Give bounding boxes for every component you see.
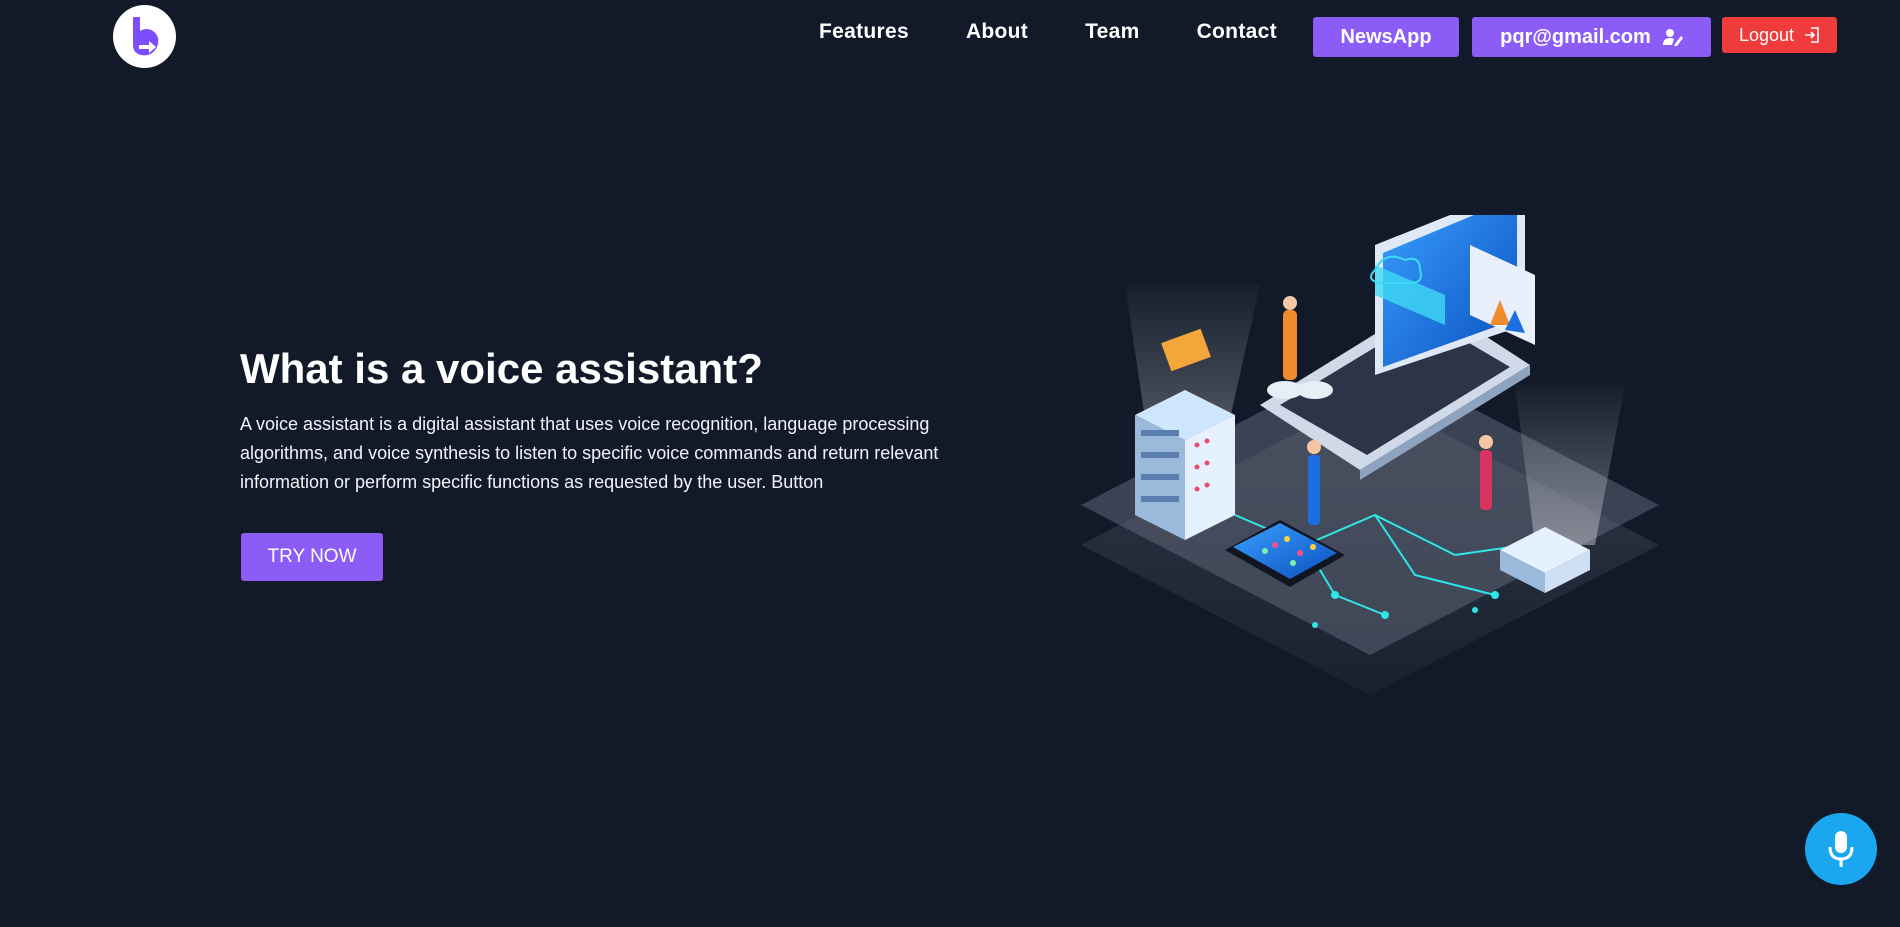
nav-contact[interactable]: Contact	[1197, 20, 1277, 44]
logout-button[interactable]: Logout	[1722, 17, 1837, 53]
microphone-icon	[1828, 831, 1854, 867]
main-nav: Features About Team Contact	[819, 20, 1334, 44]
user-email: pqr@gmail.com	[1500, 25, 1651, 48]
user-account-button[interactable]: pqr@gmail.com	[1472, 17, 1711, 57]
microphone-button[interactable]	[1805, 813, 1877, 885]
nav-team[interactable]: Team	[1085, 20, 1140, 44]
logout-label: Logout	[1738, 24, 1795, 45]
try-now-button[interactable]: TRY NOW	[241, 533, 383, 581]
news-app-label: NewsApp	[1340, 25, 1432, 48]
hero-description: A voice assistant is a digital assistant…	[240, 414, 939, 492]
hero-illustration	[1081, 215, 1659, 695]
logo[interactable]	[113, 5, 176, 68]
nav-features[interactable]: Features	[819, 20, 909, 44]
logout-icon	[1805, 27, 1819, 43]
nav-about[interactable]: About	[966, 20, 1028, 44]
try-now-label: TRY NOW	[267, 546, 357, 567]
news-app-button[interactable]: NewsApp	[1313, 17, 1459, 57]
logo-icon	[132, 16, 158, 55]
hero-title: What is a voice assistant?	[240, 345, 763, 392]
user-edit-icon	[1662, 29, 1683, 46]
